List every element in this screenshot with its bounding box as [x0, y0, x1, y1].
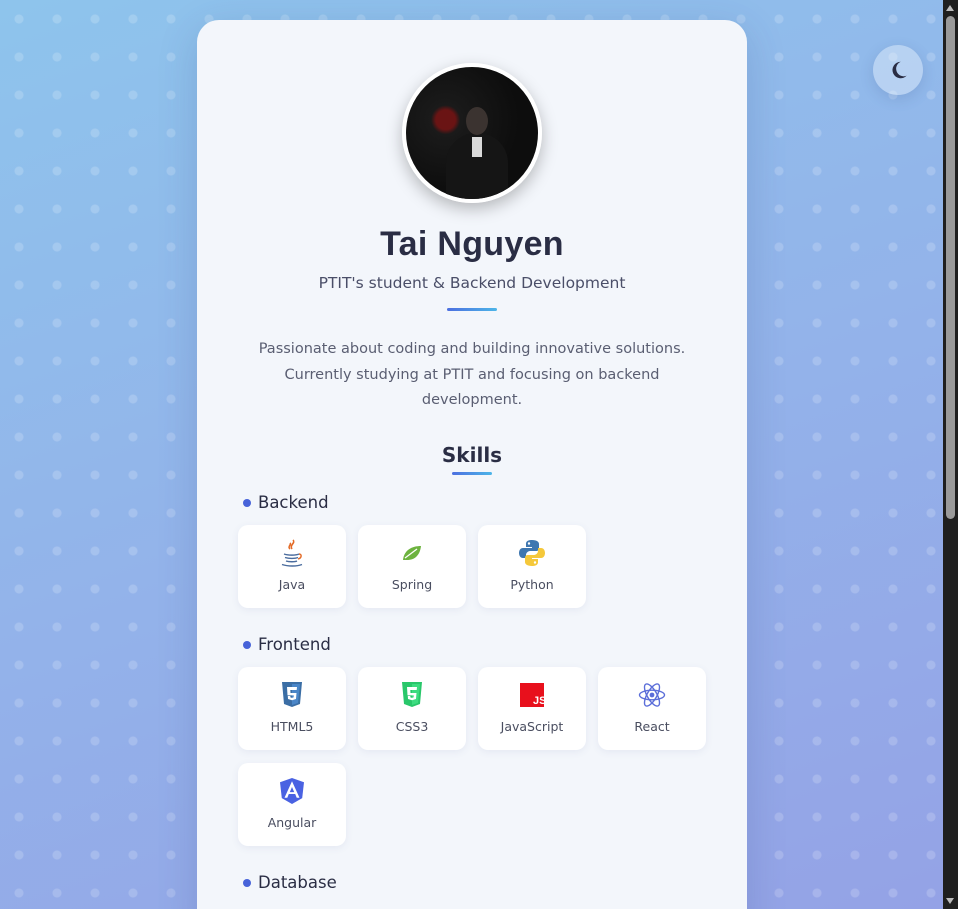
skill-tile-spring[interactable]: Spring [358, 525, 466, 608]
skill-label: HTML5 [270, 719, 314, 734]
skill-label: CSS3 [395, 719, 429, 734]
moon-icon [892, 61, 907, 79]
category-label: Backend [258, 493, 329, 512]
skill-tile-css3[interactable]: CSS3 [358, 667, 466, 750]
python-icon [519, 540, 545, 566]
css3-icon [402, 682, 422, 707]
angular-icon [280, 778, 304, 804]
html5-icon [282, 682, 302, 707]
skill-label: Python [510, 577, 554, 592]
skill-label: React [634, 719, 670, 734]
theme-toggle-button[interactable] [873, 45, 923, 95]
category-frontend: Frontend [243, 635, 331, 654]
skills-divider [452, 472, 492, 475]
profile-card: Tai Nguyen PTIT's student & Backend Deve… [197, 20, 747, 909]
scroll-down-icon[interactable] [946, 898, 954, 904]
category-database: Database [243, 873, 337, 892]
avatar [402, 63, 542, 203]
skill-label: JavaScript [500, 719, 564, 734]
bullet-icon [243, 640, 251, 649]
react-icon [638, 683, 666, 707]
profile-subtitle: PTIT's student & Backend Development [318, 274, 626, 292]
javascript-icon: JS [520, 683, 544, 707]
skill-tile-html5[interactable]: HTML5 [238, 667, 346, 750]
skill-label: Angular [267, 815, 317, 830]
scroll-up-icon[interactable] [946, 5, 954, 11]
skill-tile-python[interactable]: Python [478, 525, 586, 608]
profile-bio: Passionate about coding and building inn… [258, 341, 686, 408]
category-label: Database [258, 873, 337, 892]
spring-leaf-icon [403, 546, 421, 560]
skill-label: Spring [391, 577, 433, 592]
profile-name: Tai Nguyen [380, 225, 564, 263]
scrollbar-thumb[interactable] [946, 16, 955, 519]
skills-heading: Skills [441, 443, 503, 467]
java-icon [281, 539, 303, 567]
skill-tile-angular[interactable]: Angular [238, 763, 346, 846]
bullet-icon [243, 878, 251, 887]
skill-label: Java [278, 577, 306, 592]
skill-tile-react[interactable]: React [598, 667, 706, 750]
skill-tile-java[interactable]: Java [238, 525, 346, 608]
svg-text:JS: JS [533, 695, 544, 707]
category-backend: Backend [243, 493, 329, 512]
title-divider [447, 308, 497, 311]
vertical-scrollbar[interactable] [943, 0, 958, 909]
bullet-icon [243, 498, 251, 507]
category-label: Frontend [258, 635, 331, 654]
skill-tile-javascript[interactable]: JS JavaScript [478, 667, 586, 750]
